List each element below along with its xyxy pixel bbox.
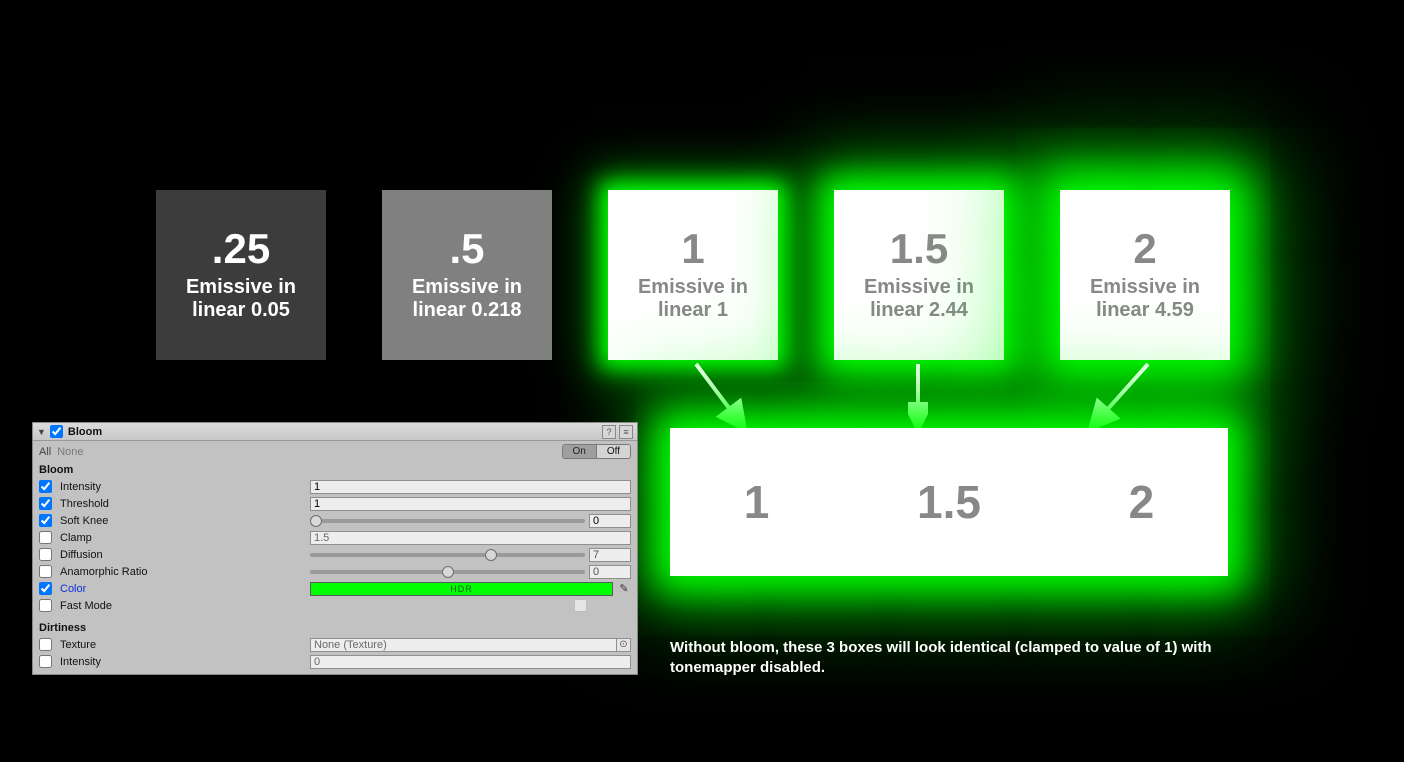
prop-label: Color: [60, 583, 310, 595]
arrow-icon: [690, 360, 750, 430]
emissive-sample-box: .5 Emissive in linear 0.218: [382, 190, 552, 360]
prop-label: Anamorphic Ratio: [60, 566, 310, 578]
prop-label: Fast Mode: [60, 600, 310, 612]
intensity-input[interactable]: [310, 480, 631, 494]
emissive-value: .25: [212, 228, 270, 270]
emissive-sample-box: 1.5 Emissive in linear 2.44: [834, 190, 1004, 360]
override-all-button[interactable]: All: [39, 446, 51, 458]
threshold-input[interactable]: [310, 497, 631, 511]
diffusion-slider[interactable]: [310, 549, 585, 561]
prop-dirt-texture: Texture ⊙: [33, 636, 637, 653]
prop-label: Intensity: [60, 481, 310, 493]
emissive-linear: linear 1: [658, 299, 728, 322]
emissive-linear: linear 2.44: [870, 299, 968, 322]
prop-color: Color HDR ✎: [33, 580, 637, 597]
dirt-intensity-input[interactable]: [310, 655, 631, 669]
emissive-value: 1.5: [890, 228, 948, 270]
toggle-off[interactable]: Off: [597, 445, 630, 458]
override-checkbox[interactable]: [39, 599, 52, 612]
texture-input[interactable]: [310, 638, 617, 652]
override-checkbox[interactable]: [39, 480, 52, 493]
emissive-sample-box: .25 Emissive in linear 0.05: [156, 190, 326, 360]
emissive-linear: linear 0.218: [413, 299, 522, 322]
emissive-label: Emissive in: [1090, 276, 1200, 299]
override-checkbox[interactable]: [39, 565, 52, 578]
section-heading: Bloom: [33, 462, 637, 478]
emissive-label: Emissive in: [864, 276, 974, 299]
prop-label: Diffusion: [60, 549, 310, 561]
foldout-icon[interactable]: ▼: [37, 427, 46, 437]
merged-value: 1.5: [917, 475, 981, 529]
arrow-icon: [908, 362, 928, 428]
diffusion-value[interactable]: [589, 548, 631, 562]
component-enable-checkbox[interactable]: [50, 425, 63, 438]
override-checkbox[interactable]: [39, 655, 52, 668]
clamp-input[interactable]: [310, 531, 631, 545]
emissive-linear: linear 0.05: [192, 299, 290, 322]
soft-knee-value[interactable]: [589, 514, 631, 528]
prop-label: Threshold: [60, 498, 310, 510]
merged-value: 2: [1129, 475, 1155, 529]
emissive-value: 2: [1133, 228, 1156, 270]
toggle-on[interactable]: On: [563, 445, 597, 458]
prop-soft-knee: Soft Knee: [33, 512, 637, 529]
prop-fast-mode: Fast Mode: [33, 597, 637, 614]
color-swatch[interactable]: HDR: [310, 582, 613, 596]
override-checkbox[interactable]: [39, 582, 52, 595]
arrow-icon: [1086, 360, 1156, 430]
prop-diffusion: Diffusion: [33, 546, 637, 563]
anamorphic-value[interactable]: [589, 565, 631, 579]
panel-title: Bloom: [68, 426, 599, 438]
prop-label: Soft Knee: [60, 515, 310, 527]
anamorphic-slider[interactable]: [310, 566, 585, 578]
fast-mode-checkbox[interactable]: [574, 599, 587, 612]
prop-label: Texture: [60, 639, 310, 651]
context-icon[interactable]: ≡: [619, 425, 633, 439]
emissive-value: .5: [449, 228, 484, 270]
merged-value: 1: [744, 475, 770, 529]
merged-emissive-box: 1 1.5 2: [670, 428, 1228, 576]
emissive-linear: linear 4.59: [1096, 299, 1194, 322]
prop-label: Intensity: [60, 656, 310, 668]
override-none-button[interactable]: None: [57, 446, 83, 458]
emissive-value: 1: [681, 228, 704, 270]
caption-text: Without bloom, these 3 boxes will look i…: [670, 638, 1290, 679]
bloom-inspector-panel: ▼ Bloom ? ≡ All None On Off Bloom Intens…: [32, 422, 638, 675]
emissive-label: Emissive in: [638, 276, 748, 299]
object-picker-icon[interactable]: ⊙: [617, 638, 631, 652]
prop-anamorphic-ratio: Anamorphic Ratio: [33, 563, 637, 580]
override-checkbox[interactable]: [39, 638, 52, 651]
help-icon[interactable]: ?: [602, 425, 616, 439]
prop-dirt-intensity: Intensity: [33, 653, 637, 670]
override-checkbox[interactable]: [39, 514, 52, 527]
emissive-label: Emissive in: [412, 276, 522, 299]
override-all-none-row: All None On Off: [33, 441, 637, 462]
prop-threshold: Threshold: [33, 495, 637, 512]
emissive-sample-box: 2 Emissive in linear 4.59: [1060, 190, 1230, 360]
on-off-toggle[interactable]: On Off: [562, 444, 632, 459]
emissive-sample-box: 1 Emissive in linear 1: [608, 190, 778, 360]
section-heading: Dirtiness: [33, 620, 637, 636]
emissive-label: Emissive in: [186, 276, 296, 299]
override-checkbox[interactable]: [39, 531, 52, 544]
override-checkbox[interactable]: [39, 497, 52, 510]
prop-intensity: Intensity: [33, 478, 637, 495]
prop-clamp: Clamp: [33, 529, 637, 546]
soft-knee-slider[interactable]: [310, 515, 585, 527]
panel-header[interactable]: ▼ Bloom ? ≡: [33, 423, 637, 441]
override-checkbox[interactable]: [39, 548, 52, 561]
eyedropper-icon[interactable]: ✎: [617, 582, 631, 596]
prop-label: Clamp: [60, 532, 310, 544]
